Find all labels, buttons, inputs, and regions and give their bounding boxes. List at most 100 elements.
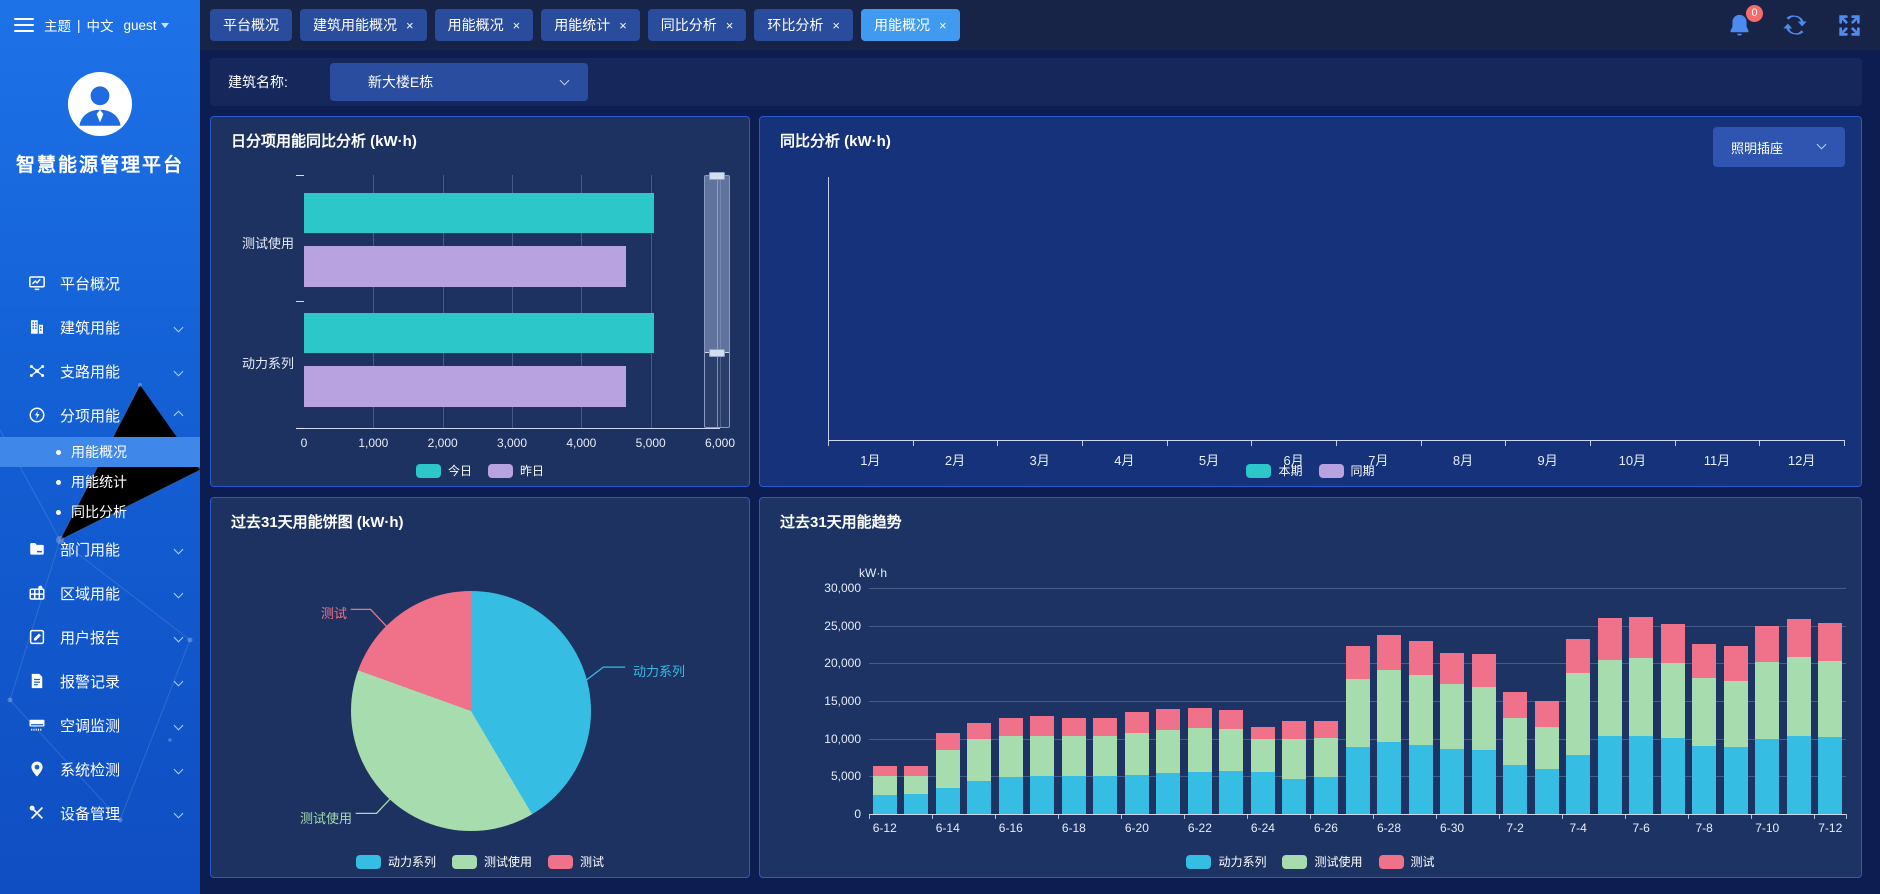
legend-item-测试使用[interactable]: 测试使用 <box>452 853 532 870</box>
bar-segment-测试使用[interactable] <box>1724 681 1748 747</box>
sidebar-item-部门用能[interactable]: 部门用能 <box>0 527 200 571</box>
datazoom-handle[interactable] <box>709 349 725 357</box>
bar-segment-测试[interactable] <box>1409 641 1433 676</box>
bar-今日-测试使用[interactable] <box>304 193 654 233</box>
legend-item-本期[interactable]: 本期 <box>1246 462 1302 479</box>
bar-昨日-测试使用[interactable] <box>304 246 626 287</box>
legend-item-动力系列[interactable]: 动力系列 <box>356 853 436 870</box>
building-select[interactable]: 新大楼E栋 <box>330 63 588 101</box>
bar-segment-测试使用[interactable] <box>1409 675 1433 744</box>
bar-segment-测试[interactable] <box>1093 718 1117 736</box>
sidebar-subitem-用能概况[interactable]: 用能概况 <box>0 437 200 467</box>
bar-segment-动力系列[interactable] <box>1251 772 1275 814</box>
bar-segment-动力系列[interactable] <box>1503 765 1527 814</box>
bar-segment-动力系列[interactable] <box>1409 745 1433 814</box>
legend-item-动力系列[interactable]: 动力系列 <box>1186 853 1266 870</box>
bar-segment-动力系列[interactable] <box>873 795 897 814</box>
bar-segment-动力系列[interactable] <box>1377 742 1401 814</box>
bar-segment-测试使用[interactable] <box>1093 736 1117 776</box>
bar-segment-测试使用[interactable] <box>1629 658 1653 736</box>
legend-item-昨日[interactable]: 昨日 <box>488 462 544 479</box>
bar-segment-测试使用[interactable] <box>1062 736 1086 775</box>
tab-close-icon[interactable]: × <box>726 18 734 33</box>
sidebar-item-分项用能[interactable]: 分项用能 <box>0 393 200 437</box>
bar-segment-动力系列[interactable] <box>1030 776 1054 814</box>
datazoom-slider[interactable] <box>704 175 730 428</box>
tab-用能统计-3[interactable]: 用能统计× <box>541 9 640 41</box>
bar-segment-动力系列[interactable] <box>1188 772 1212 814</box>
theme-link[interactable]: 主题 <box>44 15 71 35</box>
bar-segment-测试[interactable] <box>1377 635 1401 670</box>
bar-segment-测试使用[interactable] <box>1125 733 1149 775</box>
bar-segment-测试[interactable] <box>967 723 991 739</box>
bar-segment-测试使用[interactable] <box>967 739 991 781</box>
hamburger-icon[interactable] <box>14 18 34 32</box>
legend-item-测试[interactable]: 测试 <box>548 853 604 870</box>
language-link[interactable]: 中文 <box>87 15 114 35</box>
bar-segment-测试[interactable] <box>1629 617 1653 658</box>
bar-segment-测试使用[interactable] <box>1566 673 1590 755</box>
bar-segment-测试[interactable] <box>873 766 897 776</box>
bar-segment-动力系列[interactable] <box>1755 739 1779 814</box>
bar-segment-测试[interactable] <box>1755 626 1779 662</box>
bar-segment-测试[interactable] <box>1030 716 1054 736</box>
bar-segment-测试[interactable] <box>1724 646 1748 681</box>
bar-segment-测试使用[interactable] <box>1440 684 1464 750</box>
bar-segment-动力系列[interactable] <box>1818 737 1842 814</box>
bar-segment-测试使用[interactable] <box>1219 729 1243 771</box>
tab-用能概况-2[interactable]: 用能概况× <box>435 9 534 41</box>
bar-segment-测试[interactable] <box>999 718 1023 736</box>
avatar[interactable] <box>68 72 132 136</box>
fullscreen-icon[interactable] <box>1837 13 1862 38</box>
bar-segment-测试使用[interactable] <box>1472 687 1496 750</box>
bar-segment-测试使用[interactable] <box>1661 663 1685 738</box>
bar-segment-测试[interactable] <box>1219 710 1243 729</box>
sidebar-subitem-同比分析[interactable]: 同比分析 <box>0 497 200 527</box>
bar-segment-测试使用[interactable] <box>1030 736 1054 777</box>
tab-建筑用能概况-1[interactable]: 建筑用能概况× <box>300 9 427 41</box>
bar-segment-动力系列[interactable] <box>1125 775 1149 814</box>
bar-segment-动力系列[interactable] <box>1598 736 1622 814</box>
bar-segment-测试[interactable] <box>1566 639 1590 673</box>
refresh-icon[interactable] <box>1781 11 1809 39</box>
pie[interactable] <box>351 591 591 831</box>
bar-segment-测试使用[interactable] <box>1818 661 1842 737</box>
tab-close-icon[interactable]: × <box>939 18 947 33</box>
bar-segment-测试[interactable] <box>904 766 928 776</box>
bar-segment-动力系列[interactable] <box>1724 747 1748 814</box>
bar-segment-动力系列[interactable] <box>904 794 928 814</box>
bar-segment-动力系列[interactable] <box>1787 736 1811 814</box>
bar-segment-动力系列[interactable] <box>1629 736 1653 814</box>
bar-segment-测试[interactable] <box>1818 623 1842 661</box>
tab-平台概况-0[interactable]: 平台概况 <box>210 9 292 41</box>
bar-segment-动力系列[interactable] <box>1346 747 1370 814</box>
bar-昨日-动力系列[interactable] <box>304 366 626 407</box>
bar-segment-测试使用[interactable] <box>1755 662 1779 740</box>
user-menu[interactable]: guest <box>124 18 169 33</box>
bar-segment-动力系列[interactable] <box>1282 779 1306 814</box>
bar-segment-测试使用[interactable] <box>1346 679 1370 747</box>
bar-segment-测试[interactable] <box>1125 712 1149 732</box>
bar-segment-动力系列[interactable] <box>1661 738 1685 814</box>
legend-item-今日[interactable]: 今日 <box>416 462 472 479</box>
bar-segment-测试[interactable] <box>1692 644 1716 679</box>
bar-segment-测试使用[interactable] <box>1251 739 1275 772</box>
bar-segment-测试[interactable] <box>1535 701 1559 727</box>
bar-segment-动力系列[interactable] <box>1156 773 1180 814</box>
bar-segment-动力系列[interactable] <box>1062 776 1086 814</box>
bar-segment-测试使用[interactable] <box>1314 738 1338 777</box>
bar-segment-测试使用[interactable] <box>936 750 960 788</box>
bar-segment-测试使用[interactable] <box>999 736 1023 777</box>
bar-segment-动力系列[interactable] <box>1535 769 1559 814</box>
bar-segment-动力系列[interactable] <box>1093 776 1117 814</box>
bar-segment-测试使用[interactable] <box>1156 730 1180 774</box>
sidebar-item-设备管理[interactable]: 设备管理 <box>0 791 200 835</box>
category-select[interactable]: 照明插座 <box>1713 127 1845 167</box>
tab-同比分析-4[interactable]: 同比分析× <box>648 9 747 41</box>
bar-segment-测试使用[interactable] <box>1503 718 1527 765</box>
sidebar-item-报警记录[interactable]: 报警记录 <box>0 659 200 703</box>
bar-segment-测试使用[interactable] <box>1377 670 1401 742</box>
bar-segment-测试[interactable] <box>1346 646 1370 679</box>
bar-segment-测试[interactable] <box>1661 624 1685 663</box>
sidebar-item-区域用能[interactable]: 区域用能 <box>0 571 200 615</box>
